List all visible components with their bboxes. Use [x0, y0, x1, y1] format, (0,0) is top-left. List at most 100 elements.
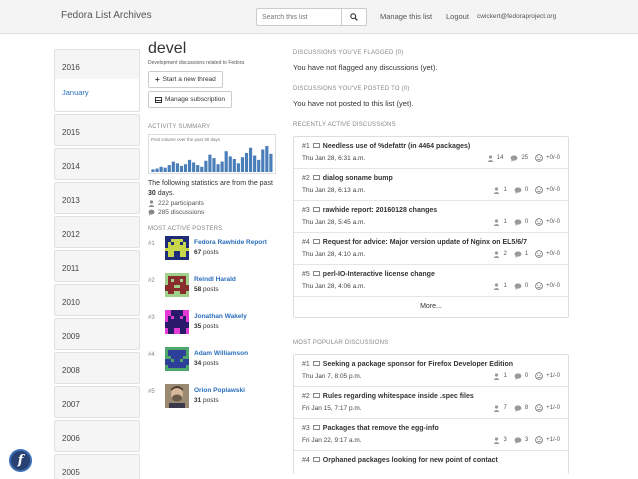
- discussion-row[interactable]: #3 Packages that remove the egg-info Fri …: [294, 419, 568, 451]
- discussion-row[interactable]: #2 dialog soname bump Thu Jan 28, 6:13 a.…: [294, 169, 568, 201]
- brand-link[interactable]: Fedora List Archives: [61, 10, 152, 21]
- sidebar-year-2011[interactable]: 2011: [54, 250, 140, 282]
- search-button[interactable]: [341, 9, 366, 25]
- smile-icon[interactable]: [535, 282, 543, 290]
- smile-icon[interactable]: [535, 218, 543, 226]
- poster-name-link[interactable]: Adam Williamson: [194, 350, 248, 357]
- chart-bar: [232, 159, 236, 172]
- discussion-number: #2: [302, 175, 310, 182]
- year-label: 2012: [62, 230, 80, 239]
- sidebar-year-2015[interactable]: 2015: [54, 114, 140, 146]
- discussion-title: #3 rawhide report: 20160128 changes: [302, 206, 437, 214]
- manage-list-link[interactable]: Manage this list: [380, 12, 432, 21]
- poster-item: #4 Adam Williamson 34 posts: [148, 347, 276, 375]
- sidebar-year-2010[interactable]: 2010: [54, 284, 140, 316]
- smile-icon[interactable]: [535, 404, 543, 412]
- discussion-row[interactable]: #1 Seeking a package sponsor for Firefox …: [294, 355, 568, 387]
- discussion-row[interactable]: #2 Rules regarding whitespace inside .spe…: [294, 387, 568, 419]
- poster-name-link[interactable]: Jonathan Wakely: [194, 313, 247, 320]
- list-overview: devel Development discussions related to…: [148, 40, 276, 426]
- discussion-title-link[interactable]: Rules regarding whitespace inside .spec …: [323, 393, 474, 400]
- post-unit: posts: [203, 286, 219, 293]
- discussion-row[interactable]: #4 Orphaned packages looking for new poin…: [294, 451, 568, 474]
- poster-name-link[interactable]: Reindl Harald: [194, 276, 236, 283]
- chart-bar: [204, 160, 208, 172]
- manage-subscription-button[interactable]: Manage subscription: [148, 91, 232, 108]
- fedora-logo-icon: f: [9, 449, 32, 472]
- poster-name-link[interactable]: Fedora Rawhide Report: [194, 239, 267, 246]
- replies-count: 0: [524, 373, 529, 379]
- most-active-posters-heading: MOST ACTIVE POSTERS: [148, 226, 223, 232]
- more-discussions-link[interactable]: More...: [294, 297, 568, 317]
- activity-chart-svg: [151, 146, 273, 172]
- discussion-date: Fri Jan 15, 7:17 p.m.: [302, 405, 362, 412]
- sidebar-month-january[interactable]: January: [54, 79, 140, 112]
- smile-icon[interactable]: [535, 372, 543, 380]
- discussion-row[interactable]: #3 rawhide report: 20160128 changes Thu J…: [294, 201, 568, 233]
- smile-icon[interactable]: [535, 154, 543, 162]
- discussion-title: #1 Seeking a package sponsor for Firefox …: [302, 360, 513, 368]
- sidebar-year-2008[interactable]: 2008: [54, 352, 140, 384]
- discussion-title-link[interactable]: Request for advice: Major version update…: [323, 239, 527, 246]
- stats-text: days.: [155, 190, 175, 197]
- envelope-icon: [312, 424, 320, 430]
- year-label: 2011: [62, 264, 80, 273]
- avatar: [165, 310, 189, 334]
- search-input[interactable]: [257, 9, 341, 25]
- sidebar-year-2013[interactable]: 2013: [54, 182, 140, 214]
- chart-bar: [200, 166, 204, 172]
- discussion-number: #1: [302, 143, 310, 150]
- sidebar-year-2009[interactable]: 2009: [54, 318, 140, 350]
- discussion-stats: 3 3 +1/-0: [493, 436, 560, 444]
- discussion-title-link[interactable]: Packages that remove the egg-info: [323, 425, 439, 432]
- smile-icon[interactable]: [535, 250, 543, 258]
- chart-bar: [220, 161, 224, 172]
- start-new-thread-button[interactable]: + Start a new thread: [148, 71, 223, 88]
- sidebar-year-2012[interactable]: 2012: [54, 216, 140, 248]
- logout-link[interactable]: Logout: [446, 12, 469, 21]
- discussion-row[interactable]: #4 Request for advice: Major version upda…: [294, 233, 568, 265]
- activity-summary-heading: ACTIVITY SUMMARY: [148, 124, 211, 130]
- sidebar-year-2016[interactable]: 2016: [54, 49, 140, 79]
- discussion-date: Thu Jan 28, 6:13 a.m.: [302, 187, 366, 194]
- discussion-row[interactable]: #1 Needless use of %defattr (in 4464 pack…: [294, 137, 568, 169]
- chart-bar: [188, 159, 192, 172]
- discussion-title-link[interactable]: Needless use of %defattr (in 4464 packag…: [323, 143, 470, 150]
- comment-icon: [514, 186, 522, 194]
- smile-icon[interactable]: [535, 186, 543, 194]
- discussion-title-link[interactable]: dialog soname bump: [323, 175, 393, 182]
- sidebar-year-2007[interactable]: 2007: [54, 386, 140, 418]
- month-label: January: [62, 88, 89, 97]
- avatar-photo: [165, 384, 189, 408]
- chart-bar: [155, 168, 159, 172]
- replies-count: 0: [524, 219, 529, 225]
- discussion-title-link[interactable]: perl-IO-Interactive license change: [323, 271, 435, 278]
- chart-bar: [196, 165, 200, 172]
- discussion-stats: 7 8 +1/-0: [493, 404, 560, 412]
- stats-days: 30: [148, 190, 156, 197]
- replies-count: 0: [524, 283, 529, 289]
- sidebar-year-2006[interactable]: 2006: [54, 420, 140, 452]
- chart-bar: [167, 165, 171, 172]
- poster-rank: #3: [148, 315, 155, 321]
- discussion-title-link[interactable]: Orphaned packages looking for new point …: [323, 457, 498, 464]
- participants-icon: [493, 186, 500, 194]
- post-count: 58: [194, 286, 202, 293]
- poster-name-link[interactable]: Orion Poplawski: [194, 387, 245, 394]
- chart-bar: [171, 161, 175, 172]
- discussion-title-link[interactable]: rawhide report: 20160128 changes: [323, 207, 437, 214]
- sidebar-year-2014[interactable]: 2014: [54, 148, 140, 180]
- participants-count: 222 participants: [158, 200, 204, 207]
- envelope-icon: [312, 392, 320, 398]
- poster-item: #2 Reindl Harald 58 posts: [148, 273, 276, 301]
- sidebar-year-2005[interactable]: 2005: [54, 454, 140, 479]
- posted-empty-message: You have not posted to this list (yet).: [293, 99, 414, 108]
- envelope-icon: [312, 174, 320, 180]
- envelope-icon: [312, 142, 320, 148]
- discussion-title-link[interactable]: Seeking a package sponsor for Firefox De…: [323, 361, 513, 368]
- user-email-link[interactable]: cwickert@fedoraproject.org: [477, 13, 556, 20]
- poster-rank: #1: [148, 241, 155, 247]
- discussion-row[interactable]: #5 perl-IO-Interactive license change Thu…: [294, 265, 568, 297]
- votes-count: +0/-0: [546, 219, 560, 225]
- smile-icon[interactable]: [535, 436, 543, 444]
